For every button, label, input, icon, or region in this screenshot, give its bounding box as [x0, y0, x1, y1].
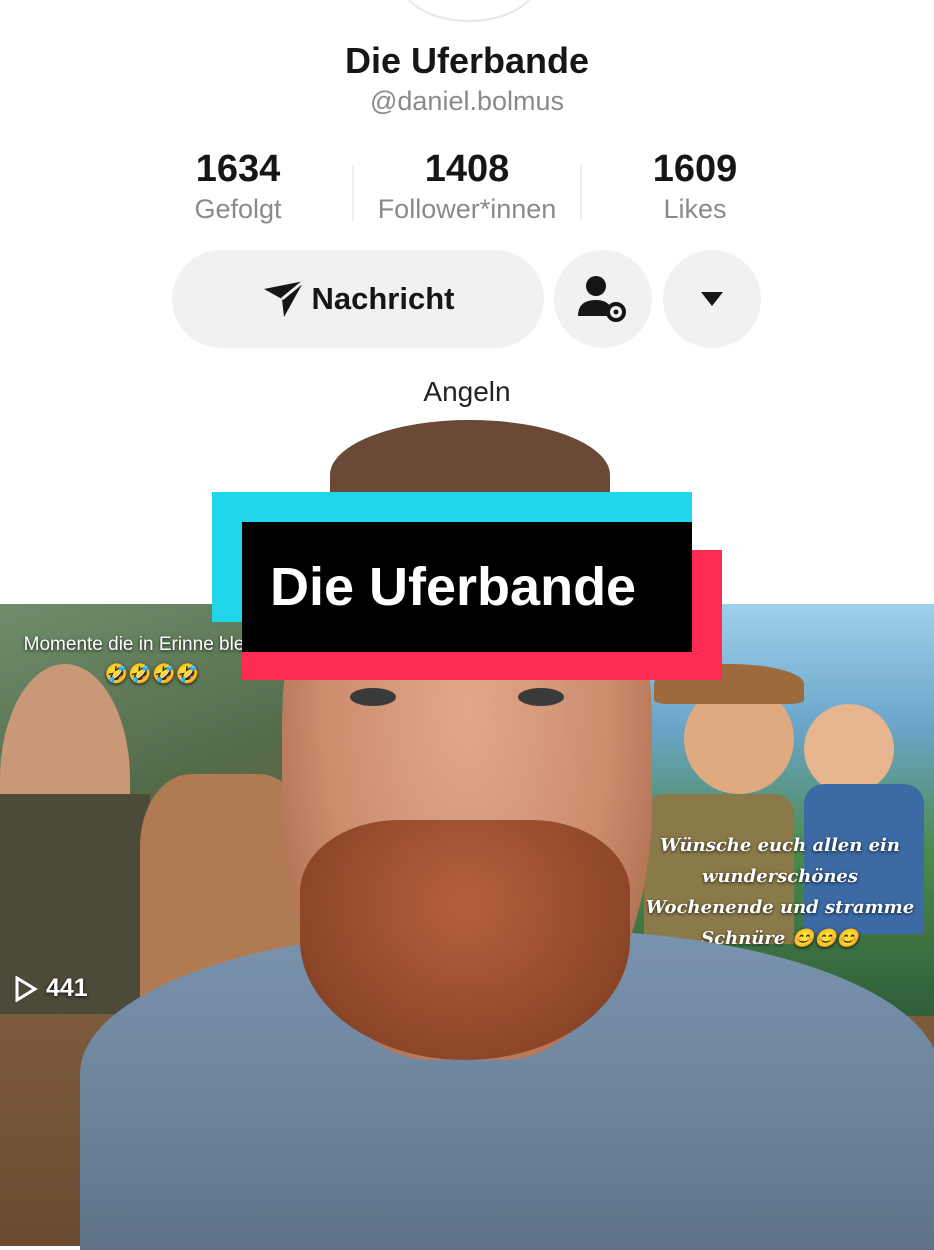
- video-views: 441: [46, 974, 88, 1002]
- overlay-person-beard: [300, 820, 630, 1060]
- overlay-person-eye: [518, 688, 564, 706]
- avatar[interactable]: [400, 0, 538, 22]
- message-button[interactable]: Nachricht: [172, 250, 544, 348]
- stat-followers-count: 1408: [424, 148, 510, 190]
- play-icon: [15, 975, 38, 1002]
- add-friend-button[interactable]: [554, 250, 652, 348]
- video-caption: Wünsche euch allen ein wunderschönes Woc…: [645, 835, 915, 949]
- stat-following[interactable]: 1634 Gefolgt: [123, 146, 353, 226]
- stat-likes[interactable]: 1609 Likes: [580, 146, 810, 226]
- video-view-count: 441: [14, 974, 88, 1003]
- stat-followers[interactable]: 1408 Follower*innen: [352, 146, 582, 226]
- thumbnail-person-2: [804, 704, 894, 794]
- overlay-person-eye: [350, 688, 396, 706]
- stat-followers-label: Follower*innen: [377, 194, 557, 224]
- profile-display-name: Die Uferbande: [344, 40, 590, 81]
- message-button-label: Nachricht: [311, 281, 455, 316]
- title-card-text: Die Uferbande: [270, 557, 637, 617]
- profile-bio: Angeln: [423, 376, 511, 407]
- stat-likes-count: 1609: [652, 148, 738, 190]
- stat-following-count: 1634: [195, 148, 281, 190]
- user-settings-icon: [578, 276, 626, 322]
- send-icon: [263, 279, 305, 317]
- stat-likes-label: Likes: [663, 194, 727, 224]
- chevron-down-icon: [701, 292, 723, 306]
- more-options-button[interactable]: [663, 250, 761, 348]
- title-card: Die Uferbande: [242, 522, 692, 652]
- profile-handle: @daniel.bolmus: [369, 86, 564, 116]
- stat-following-label: Gefolgt: [194, 194, 282, 224]
